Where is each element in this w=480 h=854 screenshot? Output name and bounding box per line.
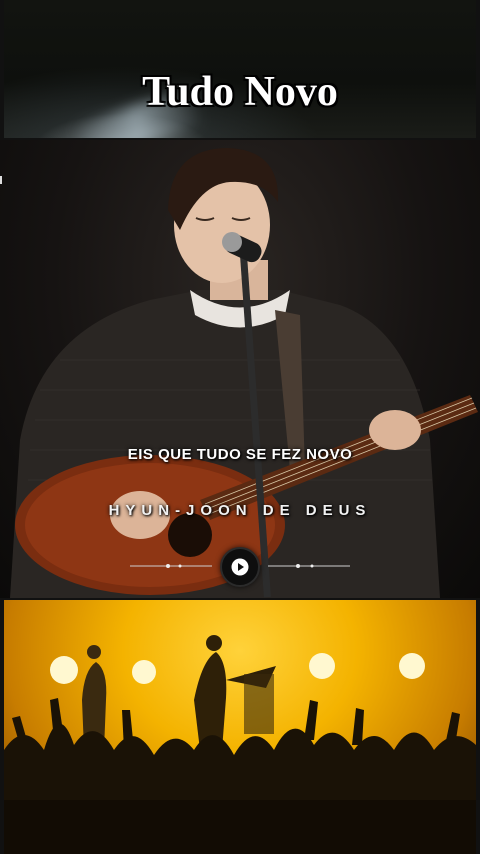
audio-player [130,546,350,587]
performer-panel: EIS QUE TUDO SE FEZ NOVO HYUN-JOON DE DE… [0,140,480,598]
title-panel: Tudo Novo [4,0,476,138]
video-title: Tudo Novo [142,69,338,115]
artist-name: HYUN-JOON DE DEUS [108,502,372,519]
waveform-right [268,564,350,568]
play-button[interactable] [220,547,260,587]
performer-illustration [10,148,478,598]
concert-illustration [4,635,476,854]
lyric-caption: EIS QUE TUDO SE FEZ NOVO [127,446,353,463]
video-frame: Tudo Novo EIS QUE TUDO SE FEZ NOVO HYUN-… [0,0,480,854]
concert-panel [4,600,476,854]
play-icon [231,558,249,576]
waveform-left [130,564,212,568]
